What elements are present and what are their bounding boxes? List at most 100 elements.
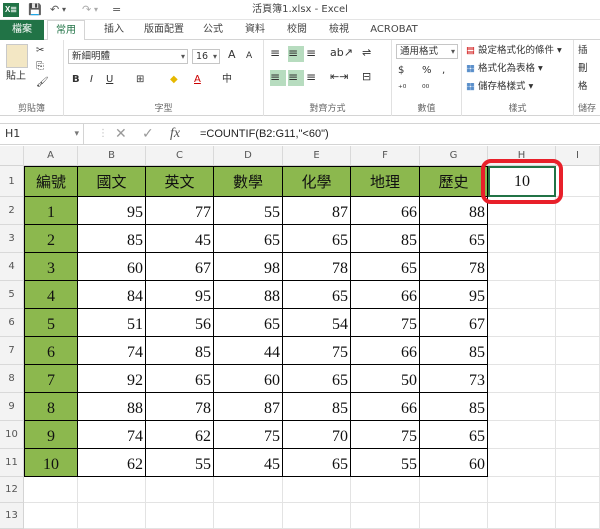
empty-cell[interactable]	[556, 503, 600, 529]
score-cell[interactable]: 87	[214, 393, 283, 421]
empty-cell[interactable]	[556, 281, 600, 309]
score-cell[interactable]: 85	[351, 225, 420, 253]
score-cell[interactable]: 74	[78, 421, 146, 449]
cell-styles-button[interactable]: ▦ 儲存格樣式 ▾	[466, 80, 533, 94]
score-cell[interactable]: 55	[351, 449, 420, 477]
column-header-i[interactable]: I	[556, 146, 600, 166]
score-cell[interactable]: 88	[214, 281, 283, 309]
header-cell[interactable]: 英文	[146, 166, 214, 197]
score-cell[interactable]: 98	[214, 253, 283, 281]
score-cell[interactable]: 60	[420, 449, 488, 477]
underline-button[interactable]: U	[106, 73, 113, 87]
empty-cell[interactable]	[283, 477, 351, 503]
score-cell[interactable]: 78	[420, 253, 488, 281]
score-cell[interactable]: 95	[420, 281, 488, 309]
row-header-5[interactable]: 5	[0, 281, 24, 309]
score-cell[interactable]: 87	[283, 197, 351, 225]
row-header-13[interactable]: 13	[0, 503, 24, 529]
score-cell[interactable]: 88	[420, 197, 488, 225]
cancel-icon[interactable]: ✕	[115, 124, 127, 144]
header-cell[interactable]: 地理	[351, 166, 420, 197]
empty-cell[interactable]	[488, 337, 556, 365]
score-cell[interactable]: 75	[351, 421, 420, 449]
score-cell[interactable]: 73	[420, 365, 488, 393]
empty-cell[interactable]	[556, 449, 600, 477]
empty-cell[interactable]	[78, 503, 146, 529]
score-cell[interactable]: 45	[214, 449, 283, 477]
align-bottom-icon[interactable]: ≡	[306, 46, 322, 62]
score-cell[interactable]: 67	[420, 309, 488, 337]
empty-cell[interactable]	[556, 309, 600, 337]
row-header-10[interactable]: 10	[0, 421, 24, 449]
tab-insert[interactable]: 插入	[96, 20, 132, 40]
empty-cell[interactable]	[24, 477, 78, 503]
empty-cell[interactable]	[556, 337, 600, 365]
score-cell[interactable]: 54	[283, 309, 351, 337]
bold-button[interactable]: B	[72, 73, 80, 87]
score-cell[interactable]: 92	[78, 365, 146, 393]
empty-cell[interactable]	[488, 449, 556, 477]
id-cell[interactable]: 6	[24, 337, 78, 365]
score-cell[interactable]: 85	[283, 393, 351, 421]
empty-cell[interactable]	[283, 503, 351, 529]
empty-cell[interactable]	[24, 503, 78, 529]
column-header-c[interactable]: C	[146, 146, 214, 166]
score-cell[interactable]: 75	[283, 337, 351, 365]
paste-button[interactable]: 貼上	[6, 70, 26, 84]
id-cell[interactable]: 3	[24, 253, 78, 281]
decrease-decimal-button[interactable]: ⁰⁰	[422, 82, 429, 96]
score-cell[interactable]: 67	[146, 253, 214, 281]
empty-cell[interactable]	[420, 477, 488, 503]
column-header-a[interactable]: A	[24, 146, 78, 166]
score-cell[interactable]: 65	[214, 309, 283, 337]
score-cell[interactable]: 65	[283, 281, 351, 309]
row-header-12[interactable]: 12	[0, 477, 24, 503]
score-cell[interactable]: 60	[78, 253, 146, 281]
increase-decimal-button[interactable]: ⁺⁰	[398, 82, 406, 96]
empty-cell[interactable]	[214, 503, 283, 529]
score-cell[interactable]: 85	[78, 225, 146, 253]
id-cell[interactable]: 9	[24, 421, 78, 449]
row-header-3[interactable]: 3	[0, 225, 24, 253]
column-header-f[interactable]: F	[351, 146, 420, 166]
align-top-icon[interactable]: ≡	[270, 46, 286, 62]
tab-file[interactable]: 檔案	[0, 20, 44, 40]
row-header-11[interactable]: 11	[0, 449, 24, 477]
row-header-4[interactable]: 4	[0, 253, 24, 281]
empty-cell[interactable]	[351, 503, 420, 529]
id-cell[interactable]: 10	[24, 449, 78, 477]
score-cell[interactable]: 66	[351, 281, 420, 309]
grow-font-button[interactable]: A	[228, 48, 236, 62]
empty-cell[interactable]	[146, 477, 214, 503]
percent-button[interactable]: %	[422, 64, 432, 78]
score-cell[interactable]: 50	[351, 365, 420, 393]
empty-cell[interactable]	[556, 197, 600, 225]
align-middle-icon[interactable]: ≡	[288, 46, 304, 62]
empty-cell[interactable]	[214, 477, 283, 503]
shrink-font-button[interactable]: A	[246, 49, 252, 63]
conditional-format-button[interactable]: ▤ 設定格式化的條件 ▾	[466, 44, 562, 58]
align-left-icon[interactable]: ≡	[270, 70, 286, 86]
score-cell[interactable]: 65	[214, 225, 283, 253]
header-cell[interactable]: 化學	[283, 166, 351, 197]
score-cell[interactable]: 44	[214, 337, 283, 365]
score-cell[interactable]: 95	[146, 281, 214, 309]
cut-icon[interactable]: ✂	[36, 44, 44, 58]
score-cell[interactable]: 84	[78, 281, 146, 309]
copy-icon[interactable]: ⎘	[36, 60, 44, 74]
empty-cell[interactable]	[556, 393, 600, 421]
insert-cells-button[interactable]: 插	[578, 44, 588, 58]
column-header-d[interactable]: D	[214, 146, 283, 166]
indent-icon[interactable]: ⇤⇥	[330, 70, 348, 84]
id-cell[interactable]: 2	[24, 225, 78, 253]
format-painter-icon[interactable]: 🖌	[36, 76, 49, 90]
row-header-6[interactable]: 6	[0, 309, 24, 337]
tab-view[interactable]: 檢視	[322, 20, 356, 40]
score-cell[interactable]: 66	[351, 337, 420, 365]
empty-cell[interactable]	[556, 477, 600, 503]
empty-cell[interactable]	[556, 365, 600, 393]
score-cell[interactable]: 51	[78, 309, 146, 337]
score-cell[interactable]: 75	[351, 309, 420, 337]
orientation-icon[interactable]: ab↗	[330, 46, 353, 60]
tab-formulas[interactable]: 公式	[196, 20, 230, 40]
